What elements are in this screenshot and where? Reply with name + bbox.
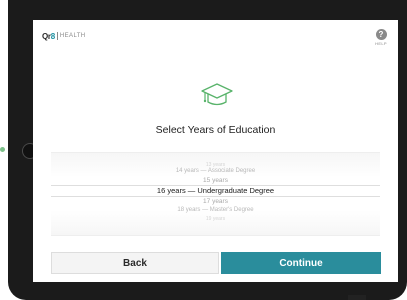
app-screen: Qr8 HEALTH ? HELP Select Years of Educat… <box>33 20 398 282</box>
frame-corner <box>348 295 366 300</box>
status-dot <box>0 147 5 152</box>
picker-option[interactable]: 18 years — Master's Degree <box>51 207 380 213</box>
picker-option-selected[interactable]: 16 years — Undergraduate Degree <box>51 186 380 195</box>
picker-option[interactable]: 15 years <box>51 177 380 184</box>
help-button[interactable]: ? HELP <box>374 29 388 46</box>
selection-line-bottom <box>51 196 380 197</box>
logo-text: HEALTH <box>59 33 86 39</box>
picker-option[interactable]: 14 years — Associate Degree <box>51 168 380 174</box>
continue-button[interactable]: Continue <box>221 252 381 274</box>
page-title: Select Years of Education <box>155 124 276 136</box>
education-years-picker[interactable]: 13 years 14 years — Associate Degree 15 … <box>51 152 380 236</box>
picker-option[interactable]: 19 years <box>51 216 380 222</box>
app-logo: Qr8 HEALTH <box>42 30 86 42</box>
tablet-frame: Qr8 HEALTH ? HELP Select Years of Educat… <box>8 0 407 300</box>
back-button[interactable]: Back <box>51 252 219 274</box>
question-mark-icon: ? <box>375 29 387 40</box>
graduation-cap-icon <box>201 83 233 106</box>
help-label: HELP <box>375 41 387 46</box>
picker-option[interactable]: 17 years <box>51 198 380 205</box>
logo-divider <box>56 32 58 40</box>
logo-mark: Qr8 <box>42 31 55 41</box>
